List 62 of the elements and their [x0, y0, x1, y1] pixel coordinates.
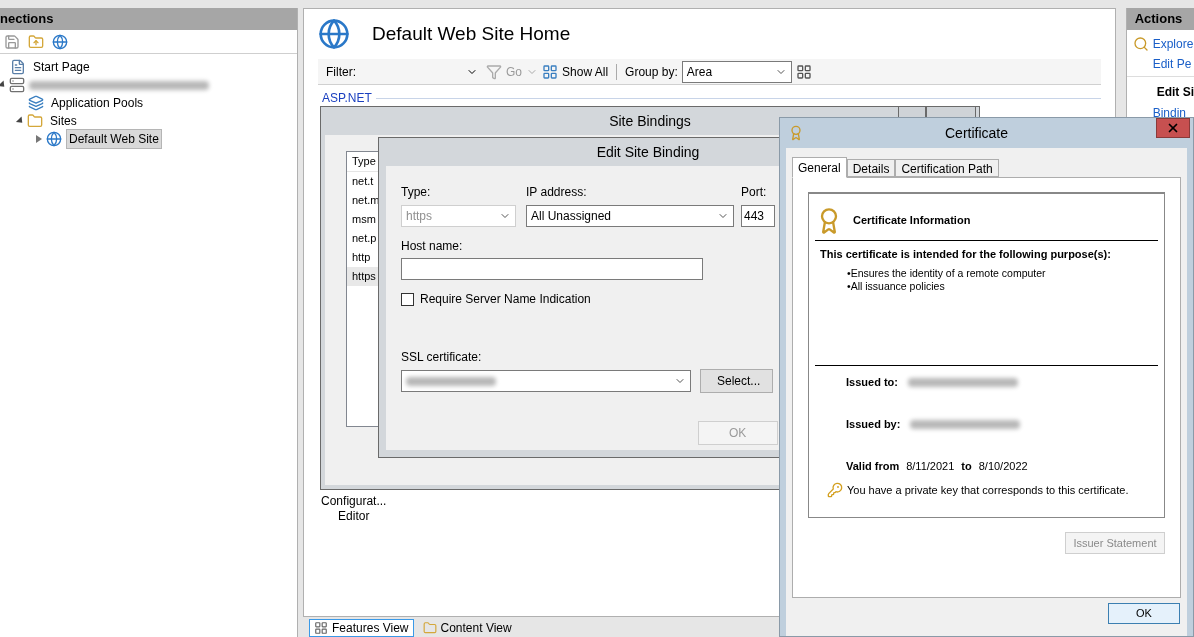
- issued-by-label: Issued by:: [846, 417, 901, 433]
- purpose-heading: This certificate is intended for the following purpose(s):: [819, 247, 1112, 262]
- view-icon[interactable]: [795, 63, 812, 80]
- valid-from-date: 8/11/2021: [906, 459, 955, 475]
- show-all-icon: [542, 63, 559, 80]
- view-tab[interactable]: Features View: [309, 619, 414, 637]
- field-label: SSL certificate:: [401, 349, 482, 366]
- expand-arrow-icon[interactable]: [36, 135, 42, 143]
- action-heading: Edit Si: [1156, 85, 1194, 99]
- action-link[interactable]: Explore: [1152, 35, 1194, 53]
- issued-to-label: Issued to:: [846, 375, 898, 391]
- group-by-label: Group by:: [625, 63, 678, 81]
- filter-icon: [486, 63, 503, 80]
- group-by-dropdown[interactable]: Area: [681, 60, 792, 83]
- folder-icon: [27, 113, 43, 129]
- private-key-note: You have a private key that corresponds to this certificate.: [847, 482, 1129, 498]
- tab[interactable]: Certification Path: [895, 159, 999, 177]
- key-icon: [827, 481, 843, 498]
- group-header: ASP.NET: [322, 90, 372, 107]
- select-button[interactable]: Select...: [700, 369, 773, 393]
- purpose-item: •Ensures the identity of a remote computer: [847, 266, 1047, 280]
- panel-header: Actions: [1126, 8, 1194, 30]
- tab[interactable]: General: [792, 157, 847, 178]
- panel-header: nections: [0, 8, 298, 30]
- ssl-certificate-dropdown[interactable]: [401, 370, 691, 392]
- action-link[interactable]: Edit Pe: [1152, 55, 1192, 73]
- pools-icon: [28, 95, 44, 111]
- dialog-title: Edit Site Binding: [596, 142, 700, 162]
- tree-item[interactable]: Default Web Site: [66, 129, 162, 149]
- globe-icon: [46, 131, 62, 147]
- field-label: IP address:: [526, 184, 588, 201]
- field-label: Type:: [401, 184, 432, 201]
- dialog-title: Site Bindings: [609, 111, 691, 131]
- view-tab[interactable]: Content View: [417, 619, 517, 637]
- ip-address-dropdown[interactable]: All Unassigned: [526, 205, 734, 227]
- host-name-field[interactable]: [401, 258, 703, 280]
- port-field[interactable]: 443: [741, 205, 775, 227]
- purpose-item: •All issuance policies: [847, 279, 946, 293]
- globe-icon: [318, 18, 351, 50]
- grid-icon: [314, 621, 329, 635]
- valid-to-label: to: [961, 459, 972, 475]
- checkbox[interactable]: [401, 292, 414, 306]
- valid-to-date: 8/10/2022: [978, 459, 1028, 475]
- field-label: Host name:: [401, 238, 463, 255]
- close-icon: [1166, 121, 1180, 135]
- certificate-icon: [788, 125, 804, 141]
- ok-button[interactable]: OK: [1108, 603, 1180, 624]
- checkbox-label: Require Server Name Indication: [420, 291, 591, 308]
- filter-label: Filter:: [326, 63, 357, 81]
- dialog-title: Certificate: [944, 123, 1009, 143]
- page-icon: [10, 59, 26, 75]
- folder-icon: [422, 621, 437, 635]
- info-title: Certificate Information: [853, 213, 971, 229]
- globe-icon[interactable]: [52, 33, 68, 50]
- valid-from-label: Valid from: [846, 459, 900, 475]
- show-all-button[interactable]: Show All: [562, 62, 609, 81]
- page-title: Default Web Site Home: [372, 21, 571, 46]
- close-button[interactable]: [1156, 118, 1190, 138]
- tab[interactable]: Details: [846, 159, 896, 177]
- field-label: Port:: [741, 184, 768, 201]
- save-icon[interactable]: [4, 33, 20, 50]
- server-icon: [9, 77, 25, 93]
